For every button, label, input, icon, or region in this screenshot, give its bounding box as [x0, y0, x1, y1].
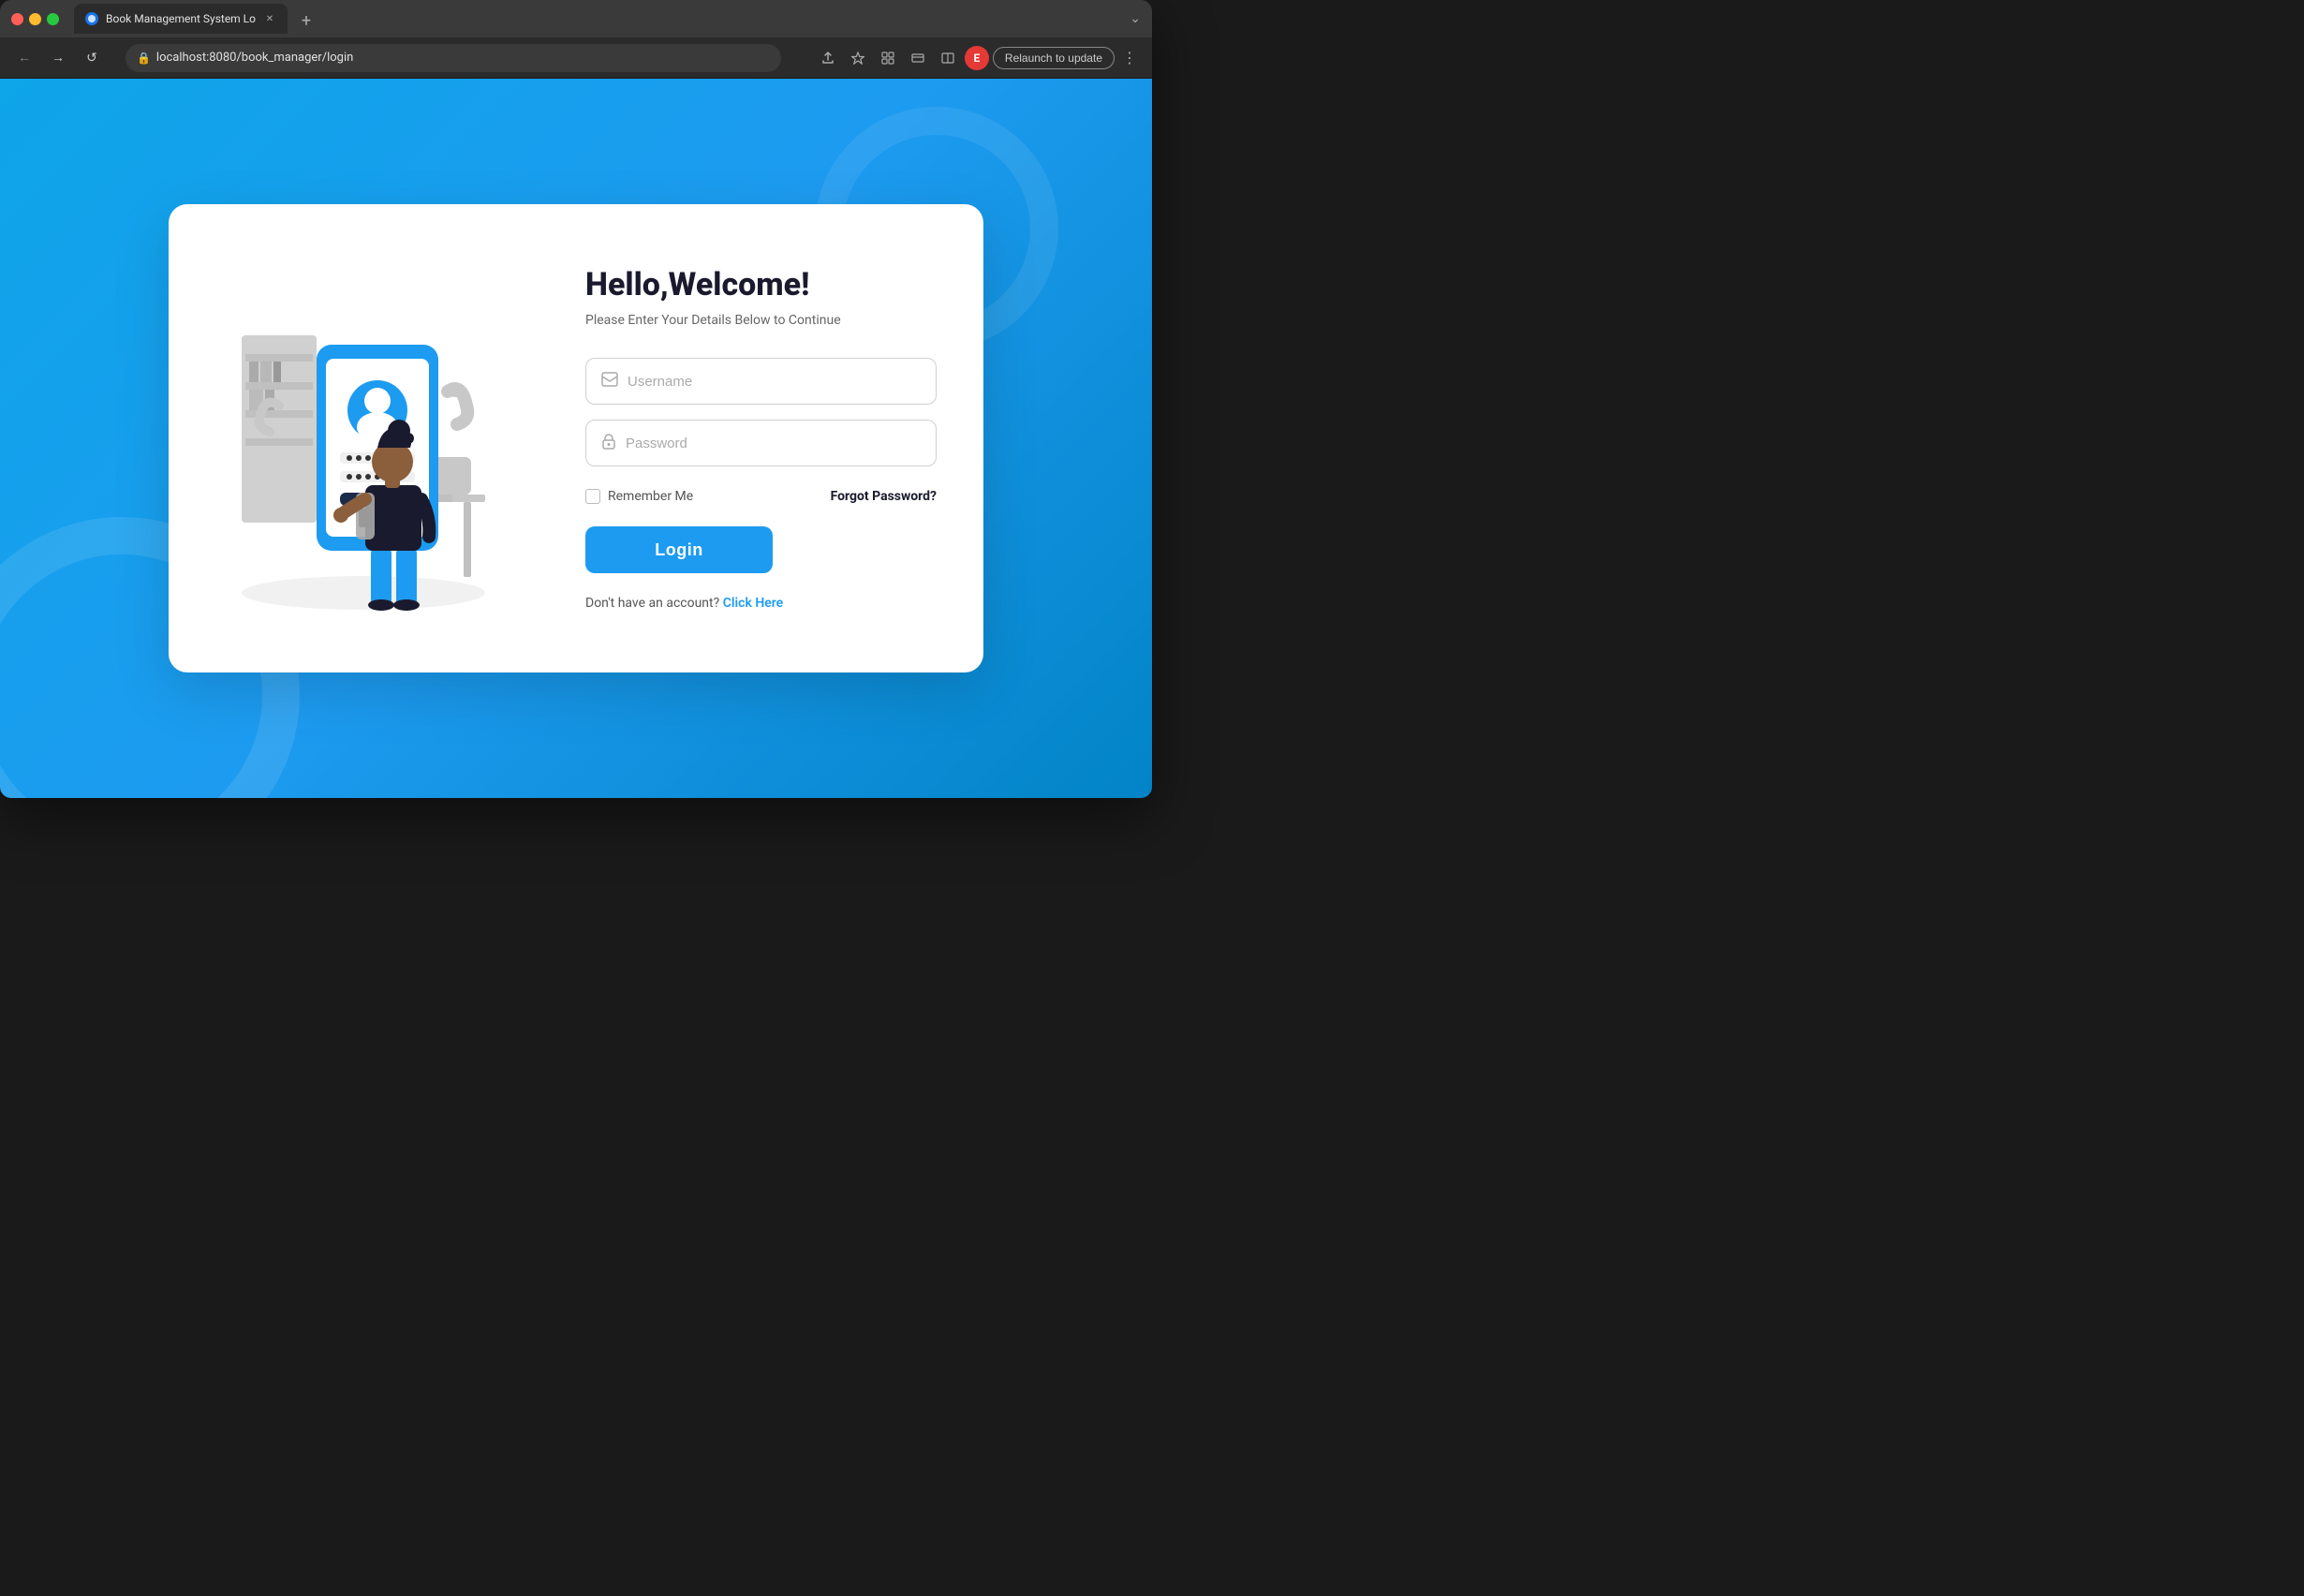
password-icon	[601, 433, 616, 453]
forward-button[interactable]: →	[45, 45, 71, 71]
traffic-lights	[11, 13, 59, 25]
browser-tab[interactable]: Book Management System Lo ✕	[74, 4, 288, 34]
title-bar: Book Management System Lo ✕ + ⌄	[0, 0, 1152, 37]
signup-link[interactable]: Click Here	[723, 596, 783, 611]
maximize-button[interactable]	[47, 13, 59, 25]
tab-favicon-icon	[85, 12, 98, 25]
tab-title: Book Management System Lo	[106, 12, 256, 25]
bookmark-icon[interactable]	[845, 45, 871, 71]
password-input[interactable]	[626, 436, 921, 451]
url-bar[interactable]: 🔒 localhost:8080/book_manager/login	[126, 44, 781, 72]
password-group	[585, 420, 937, 466]
url-text: localhost:8080/book_manager/login	[156, 51, 353, 65]
login-card: Hello,Welcome! Please Enter Your Details…	[169, 204, 983, 672]
relaunch-button[interactable]: Relaunch to update	[993, 47, 1115, 69]
split-screen-icon[interactable]	[935, 45, 961, 71]
options-row: Remember Me Forgot Password?	[585, 489, 937, 504]
username-input-wrapper[interactable]	[585, 358, 937, 405]
tabs-area: Book Management System Lo ✕ +	[74, 4, 1122, 34]
signup-row: Don't have an account? Click Here	[585, 596, 937, 611]
tab-close-button[interactable]: ✕	[263, 12, 276, 25]
profile-button[interactable]: E	[965, 46, 989, 70]
close-button[interactable]	[11, 13, 23, 25]
back-button[interactable]: ←	[11, 45, 37, 71]
refresh-button[interactable]: ↺	[79, 45, 105, 71]
password-input-wrapper[interactable]	[585, 420, 937, 466]
tab-expand-icon[interactable]: ⌄	[1130, 11, 1141, 26]
username-icon	[601, 372, 618, 391]
browser-actions: E Relaunch to update ⋮	[815, 45, 1141, 71]
remember-me-checkbox[interactable]	[585, 489, 600, 504]
browser-window: Book Management System Lo ✕ + ⌄ ← → ↺ 🔒 …	[0, 0, 1152, 798]
username-group	[585, 358, 937, 405]
more-options-icon[interactable]: ⋮	[1118, 49, 1141, 66]
address-bar: ← → ↺ 🔒 localhost:8080/book_manager/logi…	[0, 37, 1152, 79]
page-content: Hello,Welcome! Please Enter Your Details…	[0, 79, 1152, 798]
login-illustration	[204, 260, 523, 616]
minimize-button[interactable]	[29, 13, 41, 25]
remember-me-label[interactable]: Remember Me	[585, 489, 693, 504]
welcome-title: Hello,Welcome!	[585, 266, 937, 304]
share-icon[interactable]	[815, 45, 841, 71]
new-tab-button[interactable]: +	[293, 7, 319, 34]
welcome-subtitle: Please Enter Your Details Below to Conti…	[585, 313, 937, 328]
remember-me-text: Remember Me	[608, 489, 693, 504]
secure-icon: 🔒	[137, 52, 151, 65]
no-account-text: Don't have an account?	[585, 596, 719, 611]
username-input[interactable]	[628, 374, 921, 390]
extensions-icon[interactable]	[875, 45, 901, 71]
login-button[interactable]: Login	[585, 526, 773, 573]
tab-groups-icon[interactable]	[905, 45, 931, 71]
illustration-side	[169, 204, 557, 672]
forgot-password-link[interactable]: Forgot Password?	[831, 489, 937, 504]
form-side: Hello,Welcome! Please Enter Your Details…	[557, 204, 983, 672]
